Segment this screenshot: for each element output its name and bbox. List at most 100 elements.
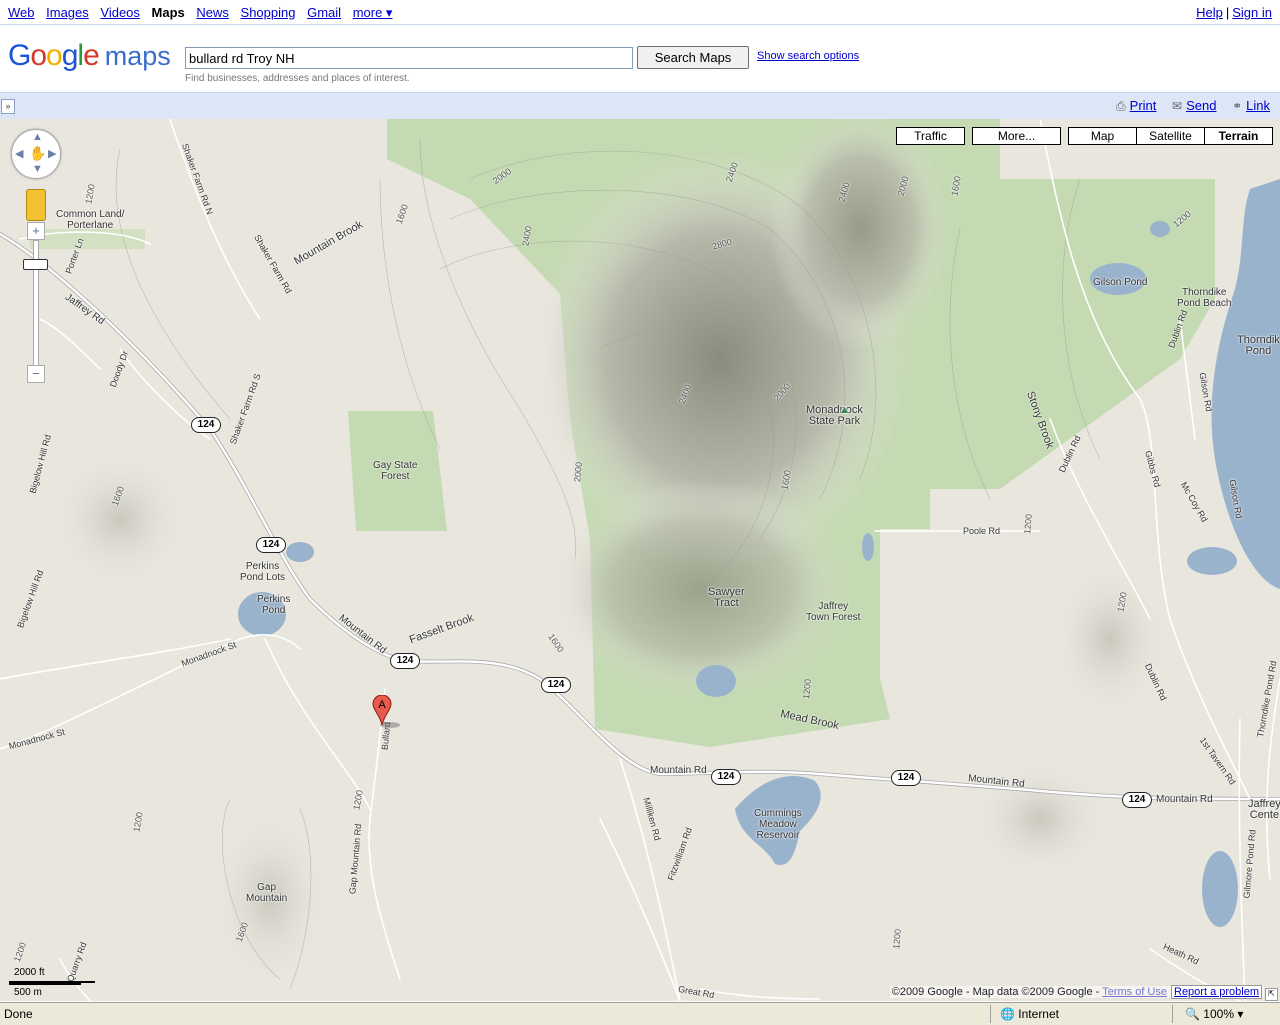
divider [1172,1005,1173,1023]
hand-icon[interactable]: ✋ [29,145,46,162]
label-thorndike-pond: Thorndik Pond [1237,334,1280,357]
small-pond-ne2 [862,533,874,561]
peak-triangle-icon: ▲ [839,404,850,416]
road-label-poole-rd: Poole Rd [963,526,1001,536]
small-pond-se [1202,851,1238,927]
toolbar-links: ⎙ Print ✉ Send ⚭ Link [1104,98,1270,114]
globe-icon: 🌐 [1000,1007,1015,1021]
chain-link-icon: ⚭ [1232,99,1243,113]
label-perkins-pond-lots: Perkins Pond Lots [240,561,286,583]
label-gay-state-forest: Gay State Forest [373,460,418,482]
separator: | [1225,5,1230,20]
zoom-out-button[interactable]: − [27,365,45,383]
search-hint: Find businesses, addresses and places of… [185,73,410,84]
pan-down-icon[interactable]: ▼ [32,163,43,175]
zone-label: Internet [1018,1007,1059,1021]
nav-gmail[interactable]: Gmail [307,5,341,20]
terms-of-use-link[interactable]: Terms of Use [1102,986,1167,998]
map-copyright: ©2009 Google - Map data ©2009 Google - T… [889,985,1264,999]
street-view-pegman-icon[interactable] [26,189,46,221]
nav-images[interactable]: Images [46,5,89,20]
divider [990,1005,991,1023]
zoom-in-button[interactable]: + [27,222,45,240]
zoom-slider-thumb[interactable] [23,259,48,270]
label-cummings-meadow-reservoir: Cummings Meadow Reservoir [754,808,802,841]
map-type-satellite-button[interactable]: Satellite [1136,127,1205,145]
pan-up-icon[interactable]: ▲ [32,131,43,143]
pond-near-124 [286,542,314,562]
search-maps-button[interactable]: Search Maps [637,46,749,69]
elevation-label: 1200 [801,678,813,700]
scale-bar-meters [9,983,81,985]
nav-maps-current: Maps [151,5,185,20]
link-link[interactable]: Link [1246,98,1270,113]
browser-status-bar: Done 🌐 Internet 🔍 100% ▾ [0,1002,1280,1025]
elevation-label: 2000 [572,461,584,483]
label-common-land: Common Land/Porterlane [56,209,125,231]
map-marker-a[interactable]: A [372,695,402,731]
zoom-label: 100% [1203,1007,1234,1021]
search-header: Googlemaps Search Maps Show search optio… [0,25,1280,91]
hill-shading-west [50,449,190,589]
nav-news[interactable]: News [196,5,229,20]
nav-shopping[interactable]: Shopping [241,5,296,20]
small-pond-east [1187,547,1237,575]
scale-meters: 500 m [14,987,42,998]
label-gap-mountain: Gap Mountain [246,882,288,904]
collapse-panel-button[interactable]: » [1,99,15,114]
route-124-shield: 124 [891,770,921,786]
mountain-shading-peak [770,119,950,349]
elevation-label: 1200 [891,928,903,950]
label-thorndike-pond-beach: Thorndike Pond Beach [1177,287,1232,309]
report-problem-link[interactable]: Report a problem [1171,985,1262,999]
logo-maps-text: maps [104,41,171,71]
print-icon: ⎙ [1116,99,1126,113]
terrain-map[interactable]: Common Land/Porterlane Mountain Brook Ga… [0,119,1280,1001]
small-pond-ne [1150,221,1170,237]
hill-shading-east [1050,559,1170,719]
sign-in-link[interactable]: Sign in [1232,5,1272,20]
print-link[interactable]: Print [1130,98,1157,113]
magnifier-icon: 🔍 [1185,1007,1200,1021]
label-monadnock-state-park: Monadnock State Park [806,404,863,427]
map-scale: 2000 ft 500 m [8,967,98,999]
nav-more[interactable]: more ▾ [353,5,393,20]
route-124-shield: 124 [256,537,286,553]
terrain-layer [0,119,1280,1001]
send-link[interactable]: Send [1186,98,1216,113]
small-pond-south [696,665,736,697]
map-type-terrain-button[interactable]: Terrain [1204,127,1273,145]
security-zone: 🌐 Internet [1000,1007,1059,1021]
route-124-shield: 124 [711,769,741,785]
label-perkins-pond: Perkins Pond [257,594,291,616]
marker-letter: A [378,699,386,711]
show-search-options-link[interactable]: Show search options [757,50,859,62]
envelope-icon: ✉ [1172,99,1183,113]
status-done: Done [4,1007,33,1021]
label-jaffrey-center: Jaffrey Cente [1248,798,1280,821]
traffic-button[interactable]: Traffic [896,127,965,145]
label-sawyer-tract: Sawyer Tract [708,586,745,609]
nav-videos[interactable]: Videos [100,5,140,20]
zoom-level[interactable]: 🔍 100% ▾ [1185,1007,1243,1021]
route-124-shield: 124 [1122,792,1152,808]
route-124-shield: 124 [541,677,571,693]
copyright-text: ©2009 Google - Map data ©2009 Google - [891,986,1103,998]
map-type-map-button[interactable]: Map [1068,127,1137,145]
more-layers-button[interactable]: More... [972,127,1061,145]
top-nav-links: Web Images Videos Maps News Shopping Gma… [8,5,400,21]
pan-control[interactable]: ▲ ▼ ◀ ▶ ✋ [11,129,61,179]
nav-web[interactable]: Web [8,5,35,20]
pan-left-icon[interactable]: ◀ [15,147,23,160]
route-124-shield: 124 [191,417,221,433]
route-124-shield: 124 [390,653,420,669]
search-input[interactable] [185,47,633,69]
label-jaffrey-town-forest: Jaffrey Town Forest [806,601,861,623]
road-label-mountain-rd-mid: Mountain Rd [650,765,707,776]
help-link[interactable]: Help [1196,5,1223,20]
map-toolbar: » ⎙ Print ✉ Send ⚭ Link [0,92,1280,119]
google-maps-logo[interactable]: Google maps [8,39,171,75]
scale-feet: 2000 ft [14,967,45,978]
pan-right-icon[interactable]: ▶ [48,147,56,160]
overview-map-toggle-icon[interactable]: ⇱ [1265,988,1278,1001]
